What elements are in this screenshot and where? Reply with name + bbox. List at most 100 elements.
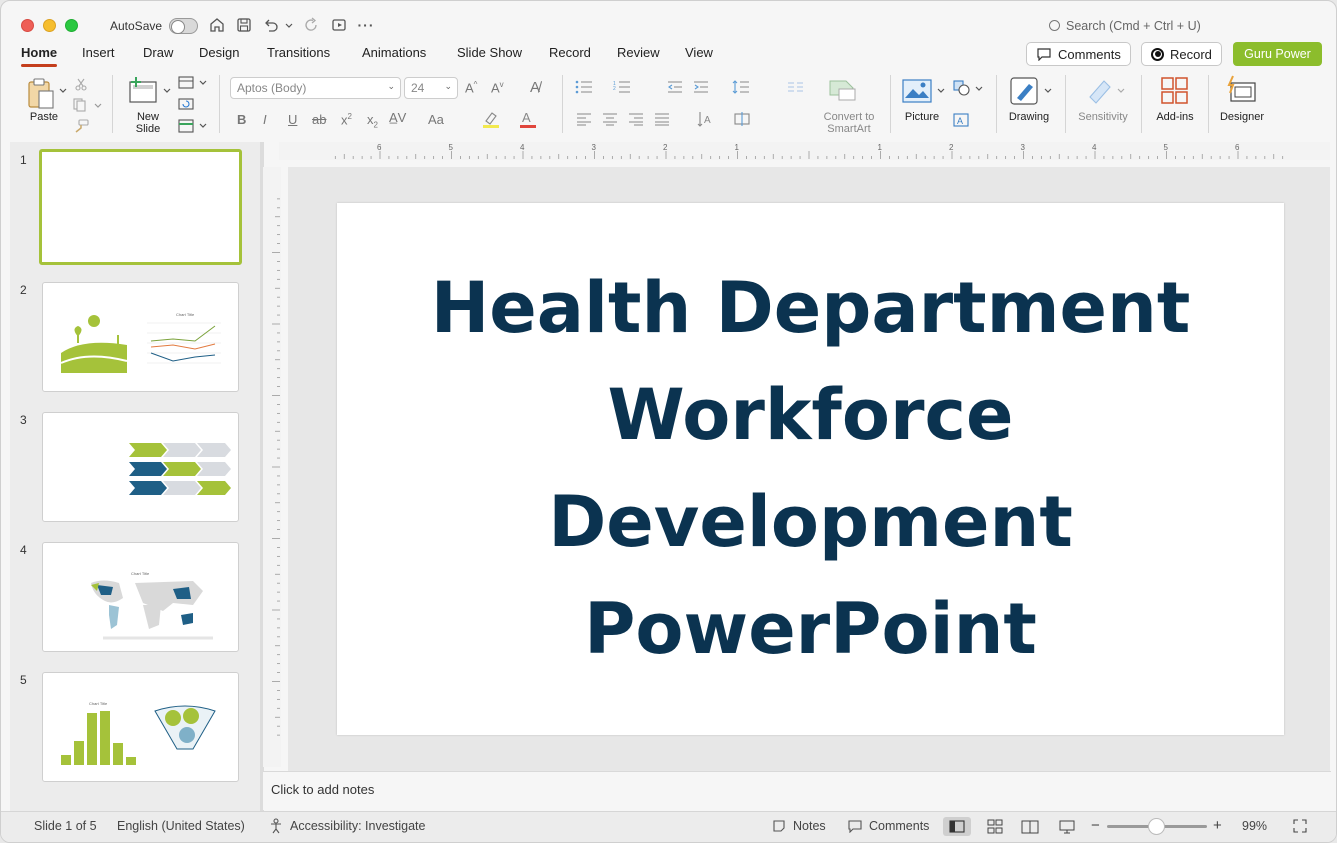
tab-record[interactable]: Record xyxy=(549,45,591,60)
sensitivity-icon[interactable] xyxy=(1086,75,1116,105)
cut-icon[interactable] xyxy=(74,77,88,91)
bullets-icon[interactable] xyxy=(575,80,593,94)
drawing-dropdown-chevron-icon[interactable] xyxy=(1044,87,1052,95)
drawing-icon[interactable] xyxy=(1009,76,1041,106)
text-box-icon[interactable]: A xyxy=(953,113,969,127)
superscript-icon[interactable]: x2 xyxy=(341,112,352,127)
decrease-indent-icon[interactable] xyxy=(667,80,683,94)
decrease-font-size-icon[interactable]: Av xyxy=(491,80,504,95)
font-name-input[interactable]: Aptos (Body) ⌄ xyxy=(230,77,401,99)
tab-transitions[interactable]: Transitions xyxy=(267,45,330,60)
slide-canvas[interactable]: Health Department Workforce Development … xyxy=(337,203,1284,735)
copy-icon[interactable] xyxy=(72,98,90,112)
undo-dropdown-chevron-icon[interactable] xyxy=(284,16,294,34)
add-ins-icon[interactable] xyxy=(1160,76,1190,106)
comments-button[interactable]: Comments xyxy=(1026,42,1131,66)
font-size-input[interactable]: 24 ⌄ xyxy=(404,77,458,99)
zoom-window-button[interactable] xyxy=(65,19,78,32)
fit-to-window-icon[interactable] xyxy=(1292,818,1308,834)
justify-icon[interactable] xyxy=(654,113,670,126)
paste-icon[interactable] xyxy=(25,77,59,111)
minimize-window-button[interactable] xyxy=(43,19,56,32)
tab-design[interactable]: Design xyxy=(199,45,239,60)
notes-pane[interactable]: Click to add notes xyxy=(263,771,1331,810)
shapes-dropdown-chevron-icon[interactable] xyxy=(975,85,983,93)
font-color-icon[interactable]: A xyxy=(518,109,538,129)
redo-icon[interactable] xyxy=(303,16,321,34)
normal-view-button[interactable] xyxy=(943,817,971,836)
comments-icon[interactable] xyxy=(847,819,863,833)
format-painter-icon[interactable] xyxy=(73,119,89,133)
slide-thumbnail-1[interactable] xyxy=(39,149,242,265)
highlight-icon[interactable] xyxy=(481,109,501,129)
accessibility-icon[interactable] xyxy=(268,818,284,834)
save-icon[interactable] xyxy=(235,16,253,34)
comments-toggle[interactable]: Comments xyxy=(869,819,929,833)
reading-view-button[interactable] xyxy=(1016,817,1044,836)
character-spacing-icon[interactable]: A̲V xyxy=(389,110,406,125)
reset-slide-icon[interactable] xyxy=(178,97,194,111)
tab-draw[interactable]: Draw xyxy=(143,45,173,60)
text-direction-icon[interactable]: A xyxy=(696,111,714,127)
layout-icon[interactable] xyxy=(178,76,194,90)
undo-icon[interactable] xyxy=(262,16,280,34)
slide-sorter-button[interactable] xyxy=(981,817,1009,836)
increase-indent-icon[interactable] xyxy=(693,80,709,94)
home-icon[interactable] xyxy=(208,16,226,34)
convert-smartart-icon[interactable] xyxy=(827,77,859,103)
bold-icon[interactable]: B xyxy=(237,112,246,127)
zoom-out-button[interactable]: − xyxy=(1091,817,1100,834)
section-icon[interactable] xyxy=(178,119,194,133)
subscript-icon[interactable]: x2 xyxy=(367,112,378,130)
copy-dropdown-chevron-icon[interactable] xyxy=(94,102,102,110)
increase-font-size-icon[interactable]: A^ xyxy=(465,80,477,95)
close-window-button[interactable] xyxy=(21,19,34,32)
slide-thumbnail-5[interactable]: Chart Title xyxy=(42,672,239,782)
tab-slide-show[interactable]: Slide Show xyxy=(457,45,522,60)
tab-home[interactable]: Home xyxy=(21,45,58,67)
sensitivity-dropdown-chevron-icon[interactable] xyxy=(1117,87,1125,95)
section-dropdown-chevron-icon[interactable] xyxy=(199,122,207,130)
new-slide-dropdown-chevron-icon[interactable] xyxy=(163,87,171,95)
guru-power-button[interactable]: Guru Power xyxy=(1233,42,1322,66)
autosave-toggle[interactable] xyxy=(169,18,198,34)
paste-dropdown-chevron-icon[interactable] xyxy=(59,87,67,95)
change-case-icon[interactable]: Aa xyxy=(428,112,444,127)
tab-insert[interactable]: Insert xyxy=(82,45,115,60)
columns-icon[interactable] xyxy=(787,80,805,94)
clear-formatting-icon[interactable]: A̸ xyxy=(530,79,540,96)
tab-review[interactable]: Review xyxy=(617,45,660,60)
layout-dropdown-chevron-icon[interactable] xyxy=(199,79,207,87)
tab-animations[interactable]: Animations xyxy=(362,45,426,60)
line-spacing-icon[interactable] xyxy=(732,80,750,94)
slide-thumbnail-4[interactable]: Chart Title xyxy=(42,542,239,652)
language-indicator[interactable]: English (United States) xyxy=(117,819,245,833)
numbering-icon[interactable]: 12 xyxy=(613,80,631,94)
slide-title[interactable]: Health Department Workforce Development … xyxy=(431,255,1191,683)
more-icon[interactable]: ··· xyxy=(357,16,375,34)
slide-thumbnail-3[interactable] xyxy=(42,412,239,522)
strikethrough-icon[interactable]: ab xyxy=(312,112,326,127)
underline-icon[interactable]: U xyxy=(288,112,297,127)
italic-icon[interactable]: I xyxy=(263,112,267,127)
align-left-icon[interactable] xyxy=(576,113,592,126)
tab-view[interactable]: View xyxy=(685,45,713,60)
notes-icon[interactable] xyxy=(772,819,786,833)
slideshow-from-start-icon[interactable] xyxy=(330,16,348,34)
slide-thumbnail-2[interactable]: Chart Title xyxy=(42,282,239,392)
accessibility-status[interactable]: Accessibility: Investigate xyxy=(290,819,425,833)
slideshow-view-button[interactable] xyxy=(1053,817,1081,836)
zoom-in-button[interactable]: + xyxy=(1213,817,1222,834)
zoom-level[interactable]: 99% xyxy=(1242,819,1267,833)
record-button[interactable]: Record xyxy=(1141,42,1222,66)
new-slide-icon[interactable] xyxy=(127,76,159,106)
search-field[interactable]: Search (Cmd + Ctrl + U) xyxy=(1049,19,1201,33)
notes-toggle[interactable]: Notes xyxy=(793,819,826,833)
align-text-icon[interactable] xyxy=(733,111,751,127)
align-center-icon[interactable] xyxy=(602,113,618,126)
zoom-slider-knob[interactable] xyxy=(1148,818,1165,835)
picture-icon[interactable] xyxy=(902,79,932,103)
shapes-icon[interactable] xyxy=(953,80,971,96)
align-right-icon[interactable] xyxy=(628,113,644,126)
designer-icon[interactable] xyxy=(1225,75,1257,105)
